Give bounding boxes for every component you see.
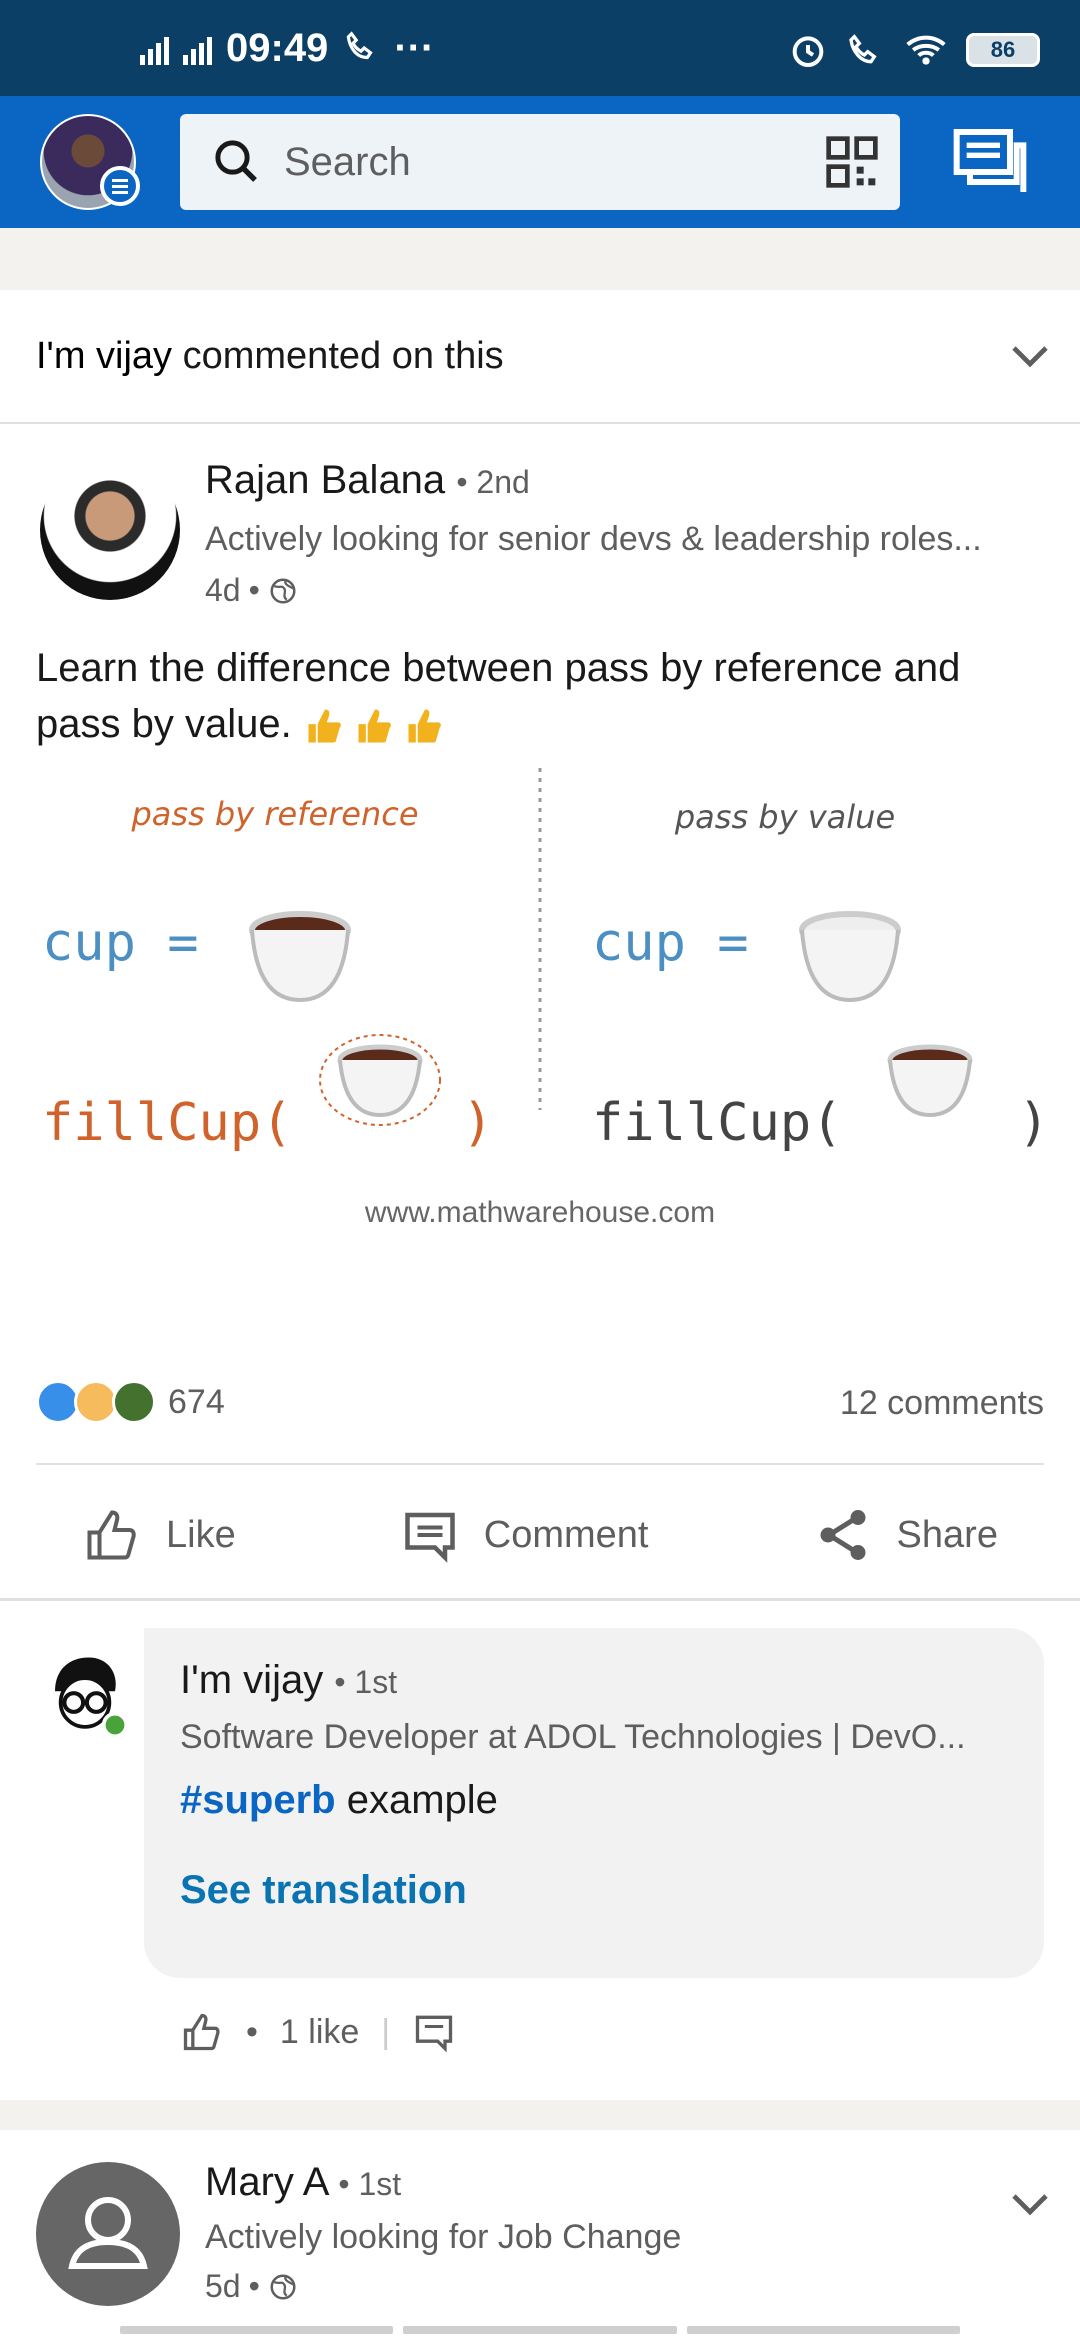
reactions-count: 674 xyxy=(168,1382,225,1421)
post-time: 4d • xyxy=(205,572,298,609)
image-source: www.mathwarehouse.com xyxy=(364,1196,715,1229)
author-headline: Actively looking for senior devs & leade… xyxy=(205,520,982,558)
mary-time: 5d • xyxy=(205,2268,298,2305)
signal-g-icon xyxy=(183,31,212,65)
comments-count[interactable]: 12 comments xyxy=(840,1384,1044,1423)
call-icon xyxy=(346,31,373,60)
like-icon xyxy=(87,1510,136,1560)
comment-bubble: I'm vijay • 1st Software Developer at AD… xyxy=(144,1628,1044,1978)
mary-headline: Actively looking for Job Change xyxy=(205,2218,682,2256)
comment-button[interactable]: Comment xyxy=(400,1505,649,1565)
comment-likes-count[interactable]: 1 like xyxy=(280,2013,359,2052)
divider xyxy=(36,1463,1044,1465)
mary-age: 5d xyxy=(205,2268,241,2304)
status-right: 86 xyxy=(788,24,1040,76)
hashtag-link[interactable]: #superb xyxy=(180,1778,336,1822)
mary-name-line[interactable]: Mary A • 1st xyxy=(205,2160,401,2205)
comment-author-degree: 1st xyxy=(354,1664,398,1700)
status-left: 09:49 ··· xyxy=(140,22,434,74)
thumbs-up-emoji-icon xyxy=(308,709,341,743)
activity-actor[interactable]: I'm vijay xyxy=(36,335,172,378)
signal-4g-icon xyxy=(140,31,169,65)
comment-reply-icon[interactable] xyxy=(412,2010,456,2054)
messaging-icon[interactable] xyxy=(950,122,1030,202)
like-button[interactable]: Like xyxy=(82,1505,236,1565)
comment-author-line[interactable]: I'm vijay • 1st xyxy=(180,1658,397,1703)
globe-icon xyxy=(270,2274,296,2299)
image-fill-right: fillCup( xyxy=(592,1093,842,1153)
feed-post-card: I'm vijay commented on this Rajan Balana… xyxy=(0,290,1080,2100)
clock: 09:49 xyxy=(226,25,329,70)
share-button[interactable]: Share xyxy=(813,1505,998,1565)
author-name[interactable]: Rajan Balana xyxy=(205,458,445,502)
next-post-card: Mary A • 1st Actively looking for Job Ch… xyxy=(0,2130,1080,2340)
comment-icon xyxy=(405,1512,455,1563)
mary-avatar[interactable] xyxy=(36,2162,180,2306)
post-image[interactable]: pass by reference pass by value cup = cu… xyxy=(0,760,1080,1240)
thumbs-up-emoji-icon xyxy=(358,709,391,743)
globe-icon xyxy=(270,578,296,603)
image-title-right: pass by value xyxy=(674,798,895,836)
wifi-call-icon xyxy=(849,34,877,64)
search-icon xyxy=(215,140,257,182)
image-cup-right: cup = xyxy=(592,913,749,973)
battery-indicator: 86 xyxy=(966,33,1040,67)
image-carousel-indicator xyxy=(120,2326,960,2334)
reactions-summary[interactable]: 674 xyxy=(36,1380,225,1424)
comment-author-headline: Software Developer at ADOL Technologies … xyxy=(180,1718,966,1756)
comment-text: #superb example xyxy=(180,1778,498,1822)
chevron-down-icon[interactable] xyxy=(1010,2192,1050,2216)
image-cup-left: cup = xyxy=(42,913,199,973)
activity-header: I'm vijay commented on this xyxy=(0,290,1080,424)
celebrate-reaction-icon xyxy=(112,1380,156,1424)
post-actions: Like Comment Share xyxy=(0,1480,1080,1590)
author-name-line[interactable]: Rajan Balana • 2nd xyxy=(205,458,530,503)
post-text: Learn the difference between pass by ref… xyxy=(36,640,1046,752)
search-bar[interactable]: Search xyxy=(180,114,900,210)
chevron-down-icon[interactable] xyxy=(1010,344,1050,368)
author-avatar[interactable] xyxy=(40,460,180,600)
person-icon xyxy=(68,2197,148,2269)
status-bar: 09:49 ··· 86 xyxy=(0,0,1080,96)
comment-actions: • 1 like | xyxy=(180,2010,456,2054)
comment-like-icon[interactable] xyxy=(180,2010,224,2054)
thumbs-up-emoji-icon xyxy=(408,709,441,743)
alarm-icon xyxy=(792,36,824,67)
more-status: ··· xyxy=(394,25,435,70)
section-separator xyxy=(0,1598,1080,1601)
image-title-left: pass by reference xyxy=(130,795,418,833)
post-age: 4d xyxy=(205,572,241,608)
image-fill-left-close: ) xyxy=(462,1093,493,1153)
comment-author[interactable]: I'm vijay xyxy=(180,1658,323,1702)
image-fill-left: fillCup( xyxy=(42,1093,292,1153)
mary-name[interactable]: Mary A xyxy=(205,2160,327,2204)
app-bar: Search xyxy=(0,96,1080,228)
image-fill-right-close: ) xyxy=(1018,1093,1049,1153)
activity-text: commented on this xyxy=(182,334,504,377)
menu-badge-icon[interactable] xyxy=(100,166,140,206)
wifi-icon xyxy=(906,35,946,65)
author-degree: 2nd xyxy=(476,464,530,500)
search-placeholder: Search xyxy=(284,139,411,184)
commenter-avatar[interactable] xyxy=(40,1650,130,1740)
share-icon xyxy=(820,1510,866,1560)
mary-degree: 1st xyxy=(358,2166,402,2202)
qr-code-icon[interactable] xyxy=(824,134,880,190)
see-translation-link[interactable]: See translation xyxy=(180,1868,467,1913)
